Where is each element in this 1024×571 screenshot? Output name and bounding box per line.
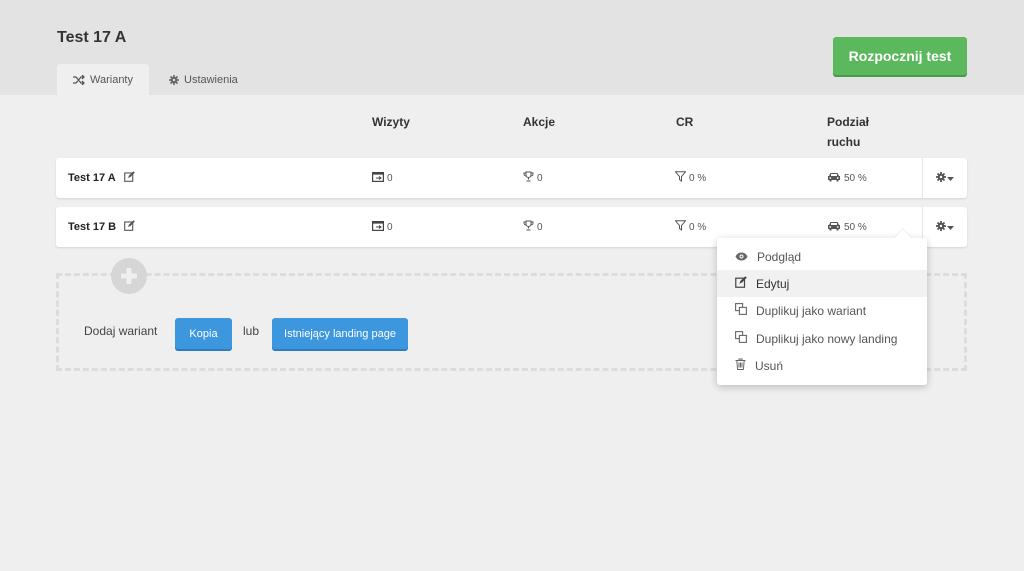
variant-name: Test 17 A bbox=[68, 172, 116, 184]
car-icon bbox=[827, 221, 841, 234]
page-title: Test 17 A bbox=[57, 29, 127, 46]
edit-icon[interactable] bbox=[123, 171, 135, 185]
menu-item-label: Edytuj bbox=[756, 276, 790, 291]
or-label: lub bbox=[243, 324, 260, 338]
plus-circle-icon[interactable] bbox=[111, 258, 147, 294]
trophy-icon bbox=[523, 220, 534, 234]
visits-value: 0 bbox=[387, 221, 393, 233]
column-header-traffic: Podział ruchu bbox=[827, 112, 869, 152]
cr-value: 0 % bbox=[689, 221, 707, 233]
traffic-cell: 50 % bbox=[827, 158, 867, 198]
menu-item-label: Podgląd bbox=[757, 249, 802, 264]
traffic-value: 50 % bbox=[844, 221, 867, 233]
caret-down-icon bbox=[947, 218, 954, 236]
copy-icon bbox=[735, 331, 747, 346]
visits-value: 0 bbox=[387, 172, 393, 184]
traffic-value: 50 % bbox=[844, 172, 867, 184]
funnel-icon bbox=[674, 171, 687, 185]
menu-item-label: Usuń bbox=[755, 358, 784, 373]
shuffle-icon bbox=[73, 74, 85, 85]
column-header-traffic-line1: Podział bbox=[827, 115, 870, 129]
row-settings-dropdown[interactable] bbox=[922, 158, 967, 198]
row-actions-menu: Podgląd Edytuj Duplikuj jako wariant Dup… bbox=[717, 238, 927, 385]
copy-icon bbox=[735, 303, 747, 318]
variant-name-cell: Test 17 A bbox=[68, 158, 135, 198]
edit-icon[interactable] bbox=[124, 220, 135, 234]
actions-cell: 0 bbox=[523, 207, 543, 247]
visits-icon bbox=[372, 220, 385, 234]
start-test-button[interactable]: Rozpocznij test bbox=[833, 37, 967, 75]
cr-cell: 0 % bbox=[674, 158, 707, 198]
menu-item-duplicate-landing[interactable]: Duplikuj jako nowy landing bbox=[717, 325, 927, 352]
variant-name: Test 17 B bbox=[68, 221, 117, 233]
visits-cell: 0 bbox=[372, 207, 393, 247]
actions-cell: 0 bbox=[523, 158, 543, 198]
trophy-icon bbox=[523, 171, 534, 185]
visits-icon bbox=[372, 171, 385, 185]
existing-landing-page-button[interactable]: Istniejący landing page bbox=[272, 318, 408, 349]
menu-item-duplicate-variant[interactable]: Duplikuj jako wariant bbox=[717, 297, 927, 324]
actions-value: 0 bbox=[537, 221, 543, 233]
gear-icon bbox=[936, 169, 946, 187]
column-header-visits: Wizyty bbox=[372, 115, 410, 129]
funnel-icon bbox=[674, 220, 687, 234]
cr-cell: 0 % bbox=[674, 207, 707, 247]
tab-settings-label: Ustawienia bbox=[184, 73, 238, 86]
row-settings-dropdown[interactable] bbox=[922, 207, 967, 247]
menu-item-label: Duplikuj jako nowy landing bbox=[756, 331, 898, 346]
add-variant-label: Dodaj wariant bbox=[84, 324, 158, 338]
variant-row: Test 17 A 0 0 0 % 50 % bbox=[56, 158, 967, 198]
menu-item-preview[interactable]: Podgląd bbox=[717, 243, 927, 270]
actions-value: 0 bbox=[537, 172, 543, 184]
gear-icon bbox=[169, 74, 179, 85]
car-icon bbox=[827, 172, 841, 185]
tab-variants[interactable]: Warianty bbox=[57, 64, 149, 95]
eye-icon bbox=[735, 250, 748, 264]
tab-variants-label: Warianty bbox=[90, 73, 133, 86]
visits-cell: 0 bbox=[372, 158, 393, 198]
copy-button[interactable]: Kopia bbox=[175, 318, 232, 349]
variant-name-cell: Test 17 B bbox=[68, 207, 135, 247]
tab-settings[interactable]: Ustawienia bbox=[153, 64, 254, 95]
edit-icon bbox=[735, 276, 747, 291]
cr-value: 0 % bbox=[689, 172, 707, 184]
gear-icon bbox=[936, 218, 946, 236]
trash-icon bbox=[735, 358, 746, 373]
column-header-actions: Akcje bbox=[523, 115, 556, 129]
column-header-traffic-line2: ruchu bbox=[827, 135, 861, 149]
menu-item-delete[interactable]: Usuń bbox=[717, 352, 927, 379]
menu-item-edit[interactable]: Edytuj bbox=[717, 270, 927, 297]
menu-item-label: Duplikuj jako wariant bbox=[756, 303, 867, 318]
column-header-cr: CR bbox=[676, 115, 694, 129]
caret-down-icon bbox=[947, 169, 954, 187]
